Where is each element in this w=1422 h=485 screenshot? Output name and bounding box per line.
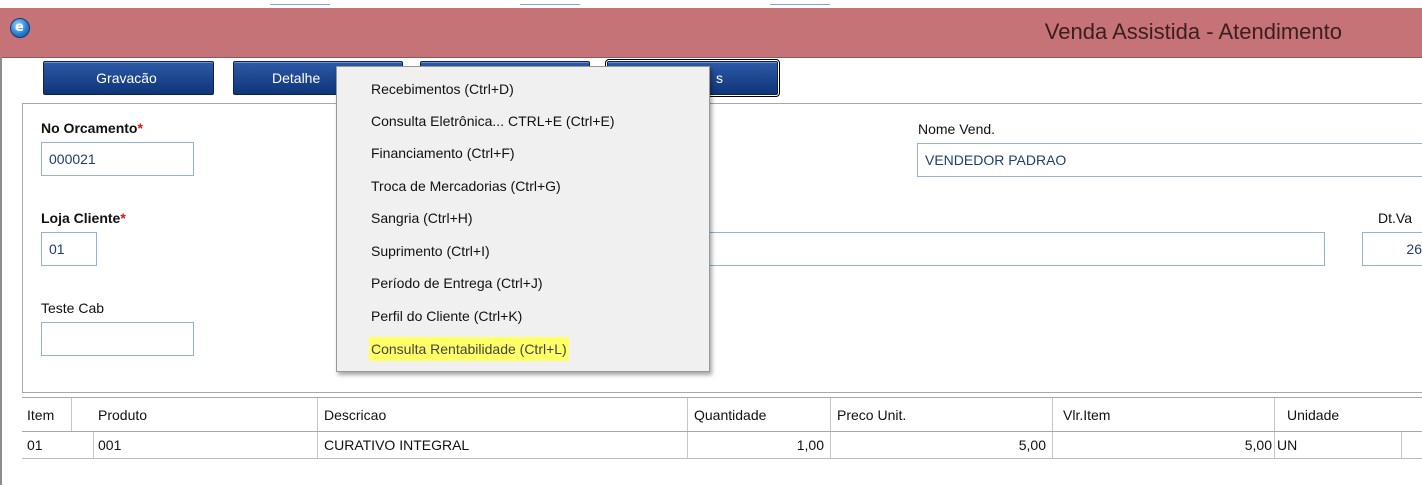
required-mark: * xyxy=(120,210,126,226)
window-title: Venda Assistida - Atendimento xyxy=(1044,19,1342,44)
menu-item-financiamento[interactable]: Financiamento (Ctrl+F) xyxy=(371,141,515,165)
title-bar: e Venda Assistida - Atendimento xyxy=(0,8,1422,58)
column-header-item[interactable]: Item xyxy=(22,398,72,431)
cell-vlr-item: 5,00 xyxy=(1053,432,1275,458)
cell-preco-unit: 5,00 xyxy=(831,432,1053,458)
column-header-vlr-item[interactable]: Vlr.Item xyxy=(1053,398,1275,431)
actions-popup-menu: Recebimentos (Ctrl+D) Consulta Eletrônic… xyxy=(336,66,710,372)
strip-dash xyxy=(520,0,580,5)
dt-validade-label: Dt.Va xyxy=(1378,210,1412,226)
cell-descricao: CURATIVO INTEGRAL xyxy=(318,432,688,458)
cell-quantidade: 1,00 xyxy=(688,432,831,458)
menu-item-periodo-entrega[interactable]: Período de Entrega (Ctrl+J) xyxy=(371,271,543,295)
strip-dash xyxy=(770,0,830,5)
toolbar-button-4-label: s xyxy=(716,70,723,86)
loja-cliente-label: Loja Cliente* xyxy=(41,210,126,226)
teste-cab-label: Teste Cab xyxy=(41,300,105,316)
menu-item-perfil-cliente[interactable]: Perfil do Cliente (Ctrl+K) xyxy=(371,304,522,328)
menu-item-suprimento[interactable]: Suprimento (Ctrl+I) xyxy=(371,239,490,263)
menu-item-recebimentos[interactable]: Recebimentos (Ctrl+D) xyxy=(371,77,514,101)
column-header-unidade[interactable]: Unidade xyxy=(1275,398,1402,431)
loja-cliente-input[interactable]: 01 xyxy=(41,232,97,266)
dt-validade-input[interactable]: 26 xyxy=(1362,232,1422,266)
cliente-name-input[interactable] xyxy=(680,232,1325,266)
column-header-produto[interactable]: Produto xyxy=(94,398,318,431)
top-strip xyxy=(0,0,1422,8)
items-grid-header: Item Produto Descricao Quantidade Preco … xyxy=(22,397,1422,432)
gravacao-button[interactable]: Gravacão xyxy=(43,61,214,95)
no-orcamento-input[interactable]: 000021 xyxy=(41,142,194,176)
detalhes-button-label: Detalhe xyxy=(272,70,321,86)
column-header-preco-unit[interactable]: Preco Unit. xyxy=(831,398,1053,431)
cell-produto: 001 xyxy=(94,432,318,458)
gravacao-button-label: Gravacão xyxy=(96,70,157,86)
menu-item-consulta-rentabilidade[interactable]: Consulta Rentabilidade (Ctrl+L) xyxy=(369,337,569,361)
table-row[interactable]: 01 001 CURATIVO INTEGRAL 1,00 5,00 5,00 … xyxy=(22,432,1422,459)
no-orcamento-label: No Orcamento* xyxy=(41,120,143,136)
menu-item-troca-mercadorias[interactable]: Troca de Mercadorias (Ctrl+G) xyxy=(371,174,561,198)
nome-vend-input[interactable]: VENDEDOR PADRAO xyxy=(917,143,1422,177)
cell-unidade: UN xyxy=(1275,432,1402,458)
column-header-descricao[interactable]: Descricao xyxy=(318,398,688,431)
menu-item-sangria[interactable]: Sangria (Ctrl+H) xyxy=(371,206,473,230)
cell-item: 01 xyxy=(22,432,94,458)
column-header-quantidade[interactable]: Quantidade xyxy=(688,398,831,431)
strip-dash xyxy=(270,0,330,5)
required-mark: * xyxy=(137,120,143,136)
teste-cab-input[interactable] xyxy=(41,322,194,356)
nome-vend-label: Nome Vend. xyxy=(918,121,996,137)
menu-item-consulta-eletronica[interactable]: Consulta Eletrônica... CTRL+E (Ctrl+E) xyxy=(371,109,615,133)
app-globe-icon[interactable]: e xyxy=(10,18,30,38)
